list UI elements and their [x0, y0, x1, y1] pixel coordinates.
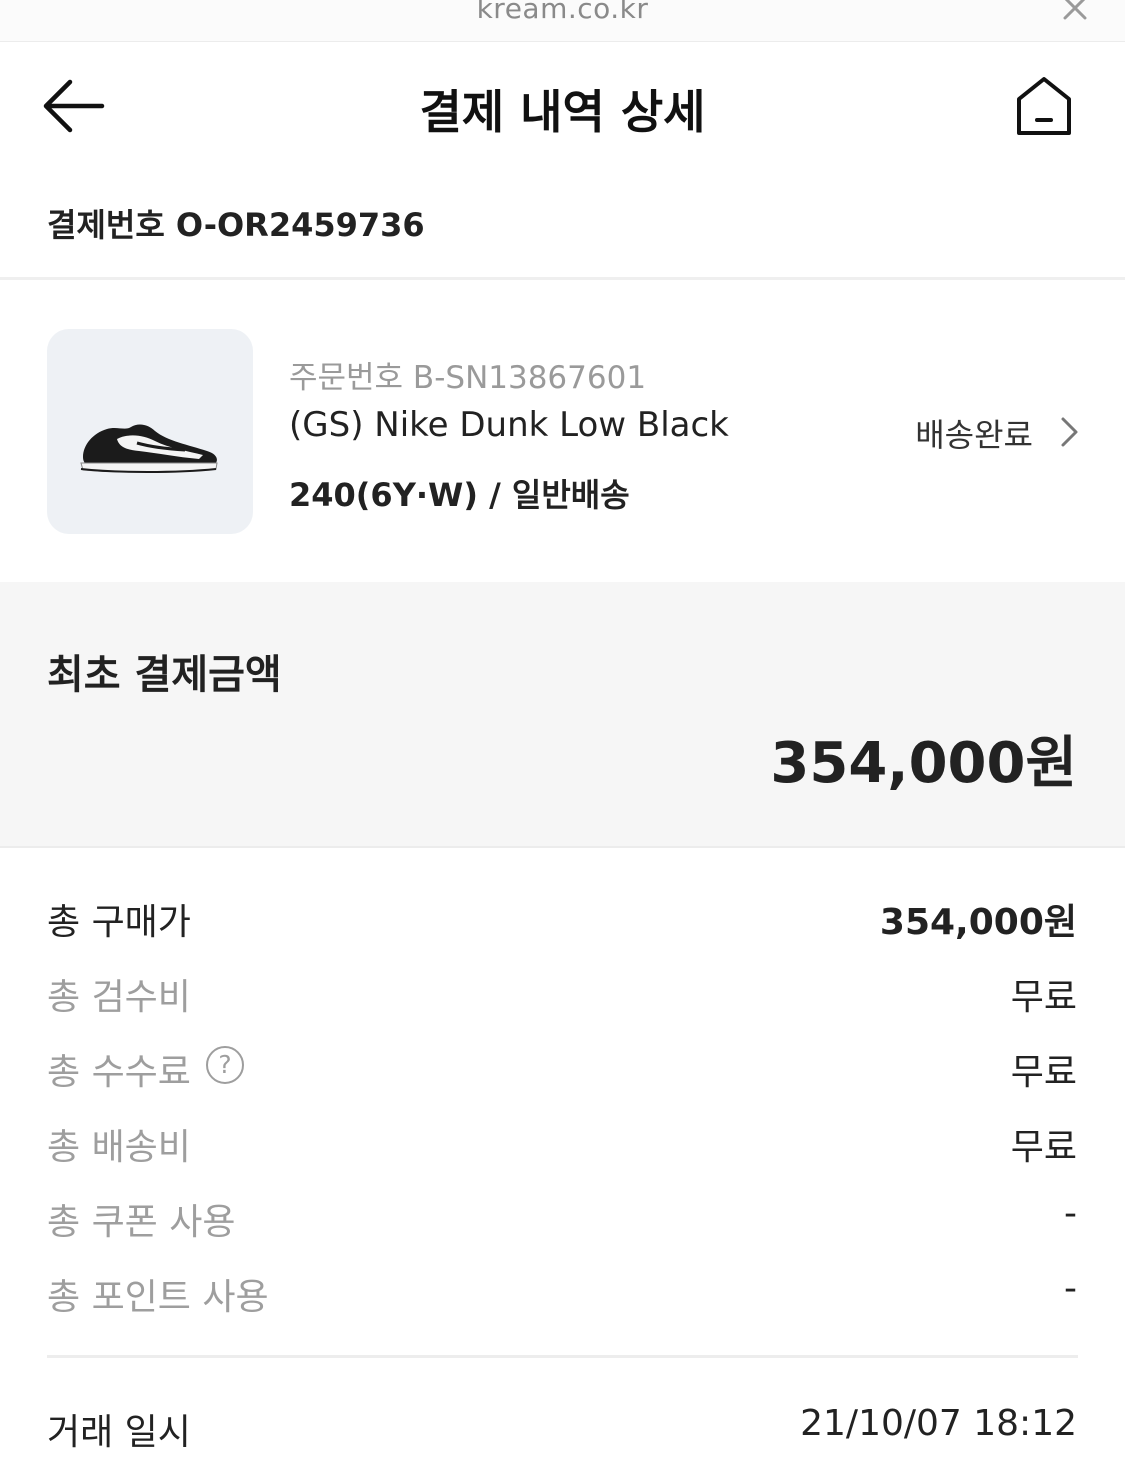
row-value-coupon: -	[1064, 1193, 1077, 1234]
row-label-inspection-fee: 총 검수비	[47, 977, 191, 1018]
order-number: 주문번호 B-SN13867601	[289, 360, 647, 396]
row-value-total-price: 354,000원	[879, 902, 1077, 943]
row-label-total-price: 총 구매가	[47, 902, 191, 943]
payment-summary: 최초 결제금액 354,000원	[0, 582, 1125, 848]
divider	[0, 277, 1125, 280]
payment-number: 결제번호 O-OR2459736	[47, 206, 425, 244]
row-value-shipping-fee: 무료	[1010, 1127, 1077, 1168]
browser-bar: kream.co.kr	[0, 0, 1125, 42]
row-label-commission: 총 수수료	[47, 1052, 191, 1093]
summary-label: 최초 결제금액	[47, 652, 282, 698]
page-title: 결제 내역 상세	[419, 85, 706, 139]
sneaker-image	[80, 424, 218, 473]
help-icon[interactable]: ?	[206, 1046, 244, 1084]
page-header: 결제 내역 상세	[0, 42, 1125, 172]
row-value-inspection-fee: 무료	[1010, 977, 1077, 1018]
home-icon[interactable]	[1010, 75, 1078, 139]
row-label-coupon: 총 쿠폰 사용	[47, 1202, 236, 1243]
close-icon[interactable]	[1057, 0, 1091, 28]
transaction-date-label: 거래 일시	[47, 1412, 191, 1453]
summary-amount: 354,000원	[770, 731, 1077, 796]
browser-url[interactable]: kream.co.kr	[0, 0, 1125, 25]
product-image[interactable]	[47, 329, 253, 534]
row-value-commission: 무료	[1010, 1052, 1077, 1093]
row-label-shipping-fee: 총 배송비	[47, 1127, 191, 1168]
row-value-points: -	[1064, 1268, 1077, 1309]
chevron-right-icon[interactable]	[1056, 415, 1082, 449]
row-label-points: 총 포인트 사용	[47, 1277, 269, 1318]
product-option: 240(6Y·W) / 일반배송	[289, 476, 630, 514]
transaction-date-value: 21/10/07 18:12	[800, 1403, 1077, 1444]
delivery-status[interactable]: 배송완료	[915, 410, 1033, 456]
divider	[47, 1355, 1078, 1358]
product-name[interactable]: (GS) Nike Dunk Low Black	[289, 405, 729, 445]
